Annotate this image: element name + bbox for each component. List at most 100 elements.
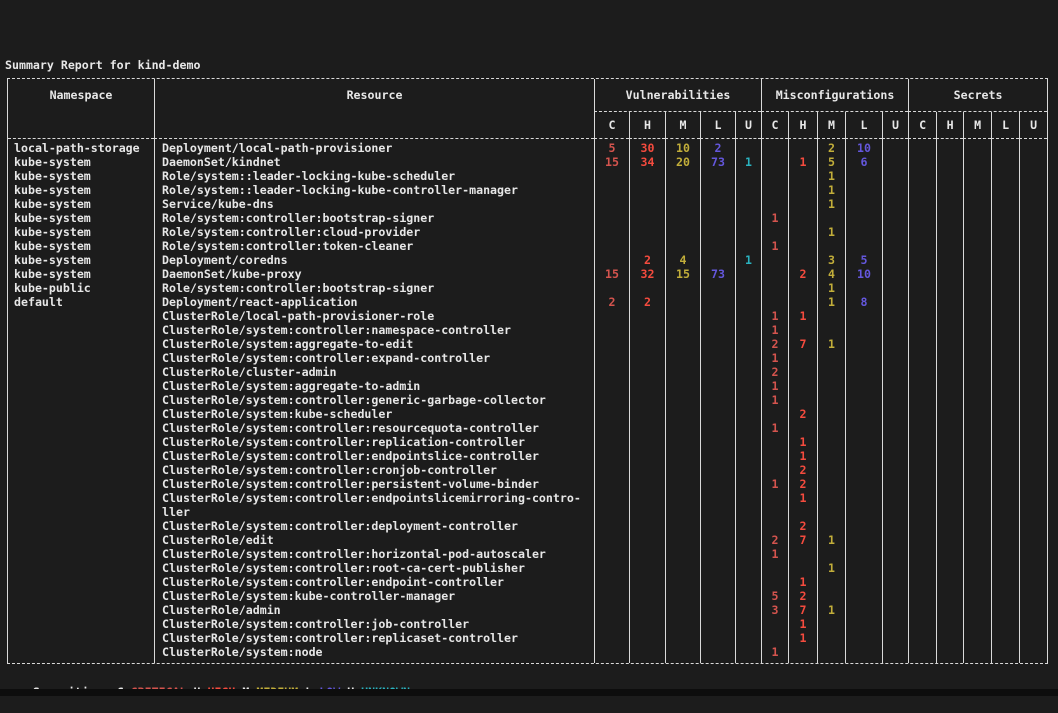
- severity-cell-vulnerabilities-M: [665, 435, 700, 449]
- resource-cell: DaemonSet/kindnet: [154, 155, 594, 169]
- severity-cell-secrets-U: [1019, 309, 1047, 323]
- severity-cell-misconfigurations-L: [845, 379, 882, 393]
- severity-cell-secrets-M: [963, 337, 991, 351]
- severity-cell-vulnerabilities-M: [665, 631, 700, 645]
- namespace-cell: kube-system: [8, 267, 154, 281]
- severity-cell-secrets-L: [991, 561, 1019, 575]
- severity-cell-secrets-L: [991, 407, 1019, 421]
- severity-cell-vulnerabilities-C: [594, 183, 629, 197]
- severity-cell-vulnerabilities-C: [594, 281, 629, 295]
- severity-cell-secrets-H: [936, 617, 963, 631]
- severity-cell-secrets-H: [936, 463, 963, 477]
- severity-cell-vulnerabilities-H: [629, 477, 665, 491]
- severity-cell-misconfigurations-L: [845, 603, 882, 617]
- severity-cell-secrets-U: [1019, 617, 1047, 631]
- severity-cell-vulnerabilities-L: [700, 239, 735, 253]
- severity-cell-vulnerabilities-M: [665, 211, 700, 225]
- severity-cell-vulnerabilities-M: [665, 575, 700, 589]
- severity-cell-secrets-H: [936, 309, 963, 323]
- severity-cell-vulnerabilities-L: [700, 477, 735, 491]
- severity-cell-secrets-C: [908, 155, 936, 169]
- severity-cell-secrets-M: [963, 239, 991, 253]
- severity-cell-misconfigurations-H: [788, 393, 817, 407]
- severity-cell-vulnerabilities-M: [665, 169, 700, 183]
- severity-cell-secrets-M: [963, 183, 991, 197]
- resource-cell: ClusterRole/admin: [154, 603, 594, 617]
- severity-cell-vulnerabilities-H: [629, 351, 665, 365]
- severity-cell-secrets-M: [963, 561, 991, 575]
- severity-cell-misconfigurations-C: [761, 225, 788, 239]
- severity-cell-misconfigurations-H: 2: [788, 267, 817, 281]
- severity-cell-secrets-C: [908, 253, 936, 267]
- severity-cell-secrets-L: [991, 491, 1019, 519]
- severity-cell-secrets-C: [908, 281, 936, 295]
- namespace-cell: [8, 323, 154, 337]
- severity-cell-secrets-C: [908, 575, 936, 589]
- resource-cell: ClusterRole/system:controller:cronjob-co…: [154, 463, 594, 477]
- col-header-vulnerabilities-U: U: [735, 112, 761, 139]
- severity-cell-secrets-L: [991, 435, 1019, 449]
- severity-cell-misconfigurations-U: [882, 239, 908, 253]
- severity-cell-misconfigurations-M: [817, 449, 845, 463]
- severity-cell-misconfigurations-M: [817, 477, 845, 491]
- table-row: kube-systemDeployment/coredns24135: [8, 253, 1047, 267]
- severity-cell-misconfigurations-M: 4: [817, 267, 845, 281]
- resource-cell: ClusterRole/system:controller:root-ca-ce…: [154, 561, 594, 575]
- table-row: ClusterRole/system:kube-controller-manag…: [8, 589, 1047, 603]
- severity-cell-misconfigurations-M: 3: [817, 253, 845, 267]
- severity-cell-vulnerabilities-H: 32: [629, 267, 665, 281]
- severity-cell-misconfigurations-U: [882, 183, 908, 197]
- severity-cell-misconfigurations-H: [788, 645, 817, 663]
- severity-cell-secrets-C: [908, 477, 936, 491]
- table-row: ClusterRole/system:controller:root-ca-ce…: [8, 561, 1047, 575]
- severity-cell-secrets-C: [908, 547, 936, 561]
- namespace-cell: [8, 477, 154, 491]
- severity-cell-misconfigurations-C: 1: [761, 645, 788, 663]
- severity-cell-vulnerabilities-C: 2: [594, 295, 629, 309]
- col-header-vulnerabilities-C: C: [594, 112, 629, 139]
- severity-cell-vulnerabilities-L: [700, 603, 735, 617]
- severity-cell-vulnerabilities-M: 20: [665, 155, 700, 169]
- severity-cell-secrets-U: [1019, 281, 1047, 295]
- severity-cell-misconfigurations-H: [788, 351, 817, 365]
- resource-cell: ClusterRole/system:kube-controller-manag…: [154, 589, 594, 603]
- severity-cell-vulnerabilities-H: [629, 561, 665, 575]
- severity-cell-misconfigurations-C: [761, 449, 788, 463]
- severity-cell-vulnerabilities-M: [665, 281, 700, 295]
- resource-cell: ClusterRole/system:controller:endpointsl…: [154, 491, 594, 519]
- severity-cell-secrets-U: [1019, 603, 1047, 617]
- severity-cell-secrets-C: [908, 309, 936, 323]
- severity-cell-vulnerabilities-M: [665, 421, 700, 435]
- table-row: ClusterRole/local-path-provisioner-role1…: [8, 309, 1047, 323]
- severity-cell-misconfigurations-U: [882, 393, 908, 407]
- severity-cell-secrets-M: [963, 547, 991, 561]
- severity-cell-misconfigurations-M: [817, 463, 845, 477]
- severity-cell-secrets-H: [936, 169, 963, 183]
- namespace-cell: kube-system: [8, 253, 154, 267]
- namespace-cell: [8, 589, 154, 603]
- severity-cell-vulnerabilities-U: [735, 617, 761, 631]
- severity-cell-misconfigurations-H: 1: [788, 617, 817, 631]
- severity-cell-misconfigurations-H: [788, 197, 817, 211]
- severity-cell-vulnerabilities-C: [594, 547, 629, 561]
- severity-cell-misconfigurations-L: [845, 225, 882, 239]
- severity-cell-misconfigurations-C: 1: [761, 379, 788, 393]
- table-row: ClusterRole/system:controller:generic-ga…: [8, 393, 1047, 407]
- terminal-window[interactable]: ●kind-demo in trivy-demo on ?main trivy …: [0, 0, 1058, 696]
- resource-cell: Role/system::leader-locking-kube-control…: [154, 183, 594, 197]
- severity-cell-vulnerabilities-L: [700, 463, 735, 477]
- severity-cell-secrets-L: [991, 589, 1019, 603]
- namespace-cell: [8, 491, 154, 519]
- severity-cell-secrets-C: [908, 491, 936, 519]
- severity-cell-misconfigurations-H: [788, 225, 817, 239]
- severity-cell-secrets-H: [936, 351, 963, 365]
- severity-cell-vulnerabilities-L: [700, 407, 735, 421]
- namespace-cell: kube-system: [8, 169, 154, 183]
- severity-cell-misconfigurations-U: [882, 365, 908, 379]
- severity-cell-misconfigurations-C: [761, 463, 788, 477]
- severity-cell-misconfigurations-C: [761, 197, 788, 211]
- severity-cell-secrets-L: [991, 281, 1019, 295]
- severity-cell-misconfigurations-L: [845, 323, 882, 337]
- severity-cell-misconfigurations-H: 2: [788, 519, 817, 533]
- severity-cell-secrets-U: [1019, 295, 1047, 309]
